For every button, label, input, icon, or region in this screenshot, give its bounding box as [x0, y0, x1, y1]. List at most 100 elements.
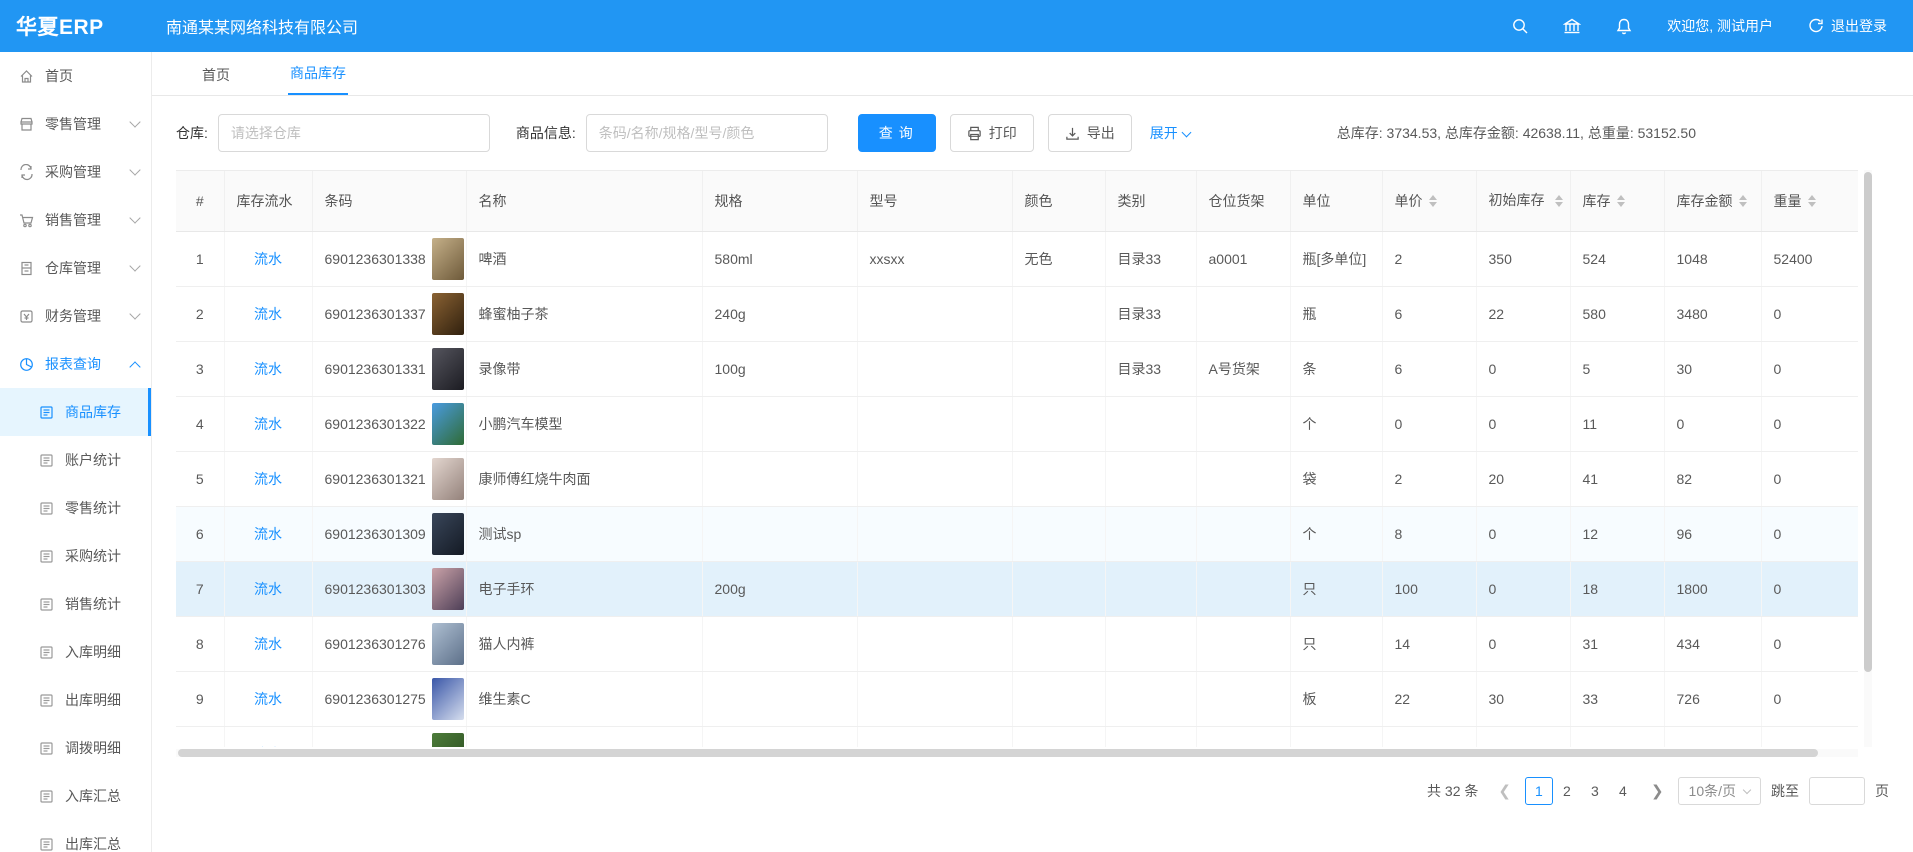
- weight: 0: [1761, 561, 1858, 616]
- export-button[interactable]: 导出: [1048, 114, 1132, 152]
- download-icon: [1065, 126, 1080, 141]
- column-header[interactable]: 初始库存: [1476, 171, 1570, 231]
- weight: 0: [1761, 671, 1858, 726]
- flow-link[interactable]: 流水: [254, 581, 282, 597]
- sidebar-subitem[interactable]: 采购统计: [0, 532, 151, 580]
- stock: 31: [1570, 616, 1664, 671]
- product-thumbnail[interactable]: [432, 293, 464, 335]
- flow-link[interactable]: 流水: [254, 416, 282, 432]
- column-header[interactable]: 单价: [1382, 171, 1476, 231]
- table-row: 8流水6901236301276猫人内裤只140314340: [176, 616, 1858, 671]
- flow-link[interactable]: 流水: [254, 746, 282, 748]
- product-info-input[interactable]: [586, 114, 828, 152]
- product-info-label: 商品信息:: [516, 123, 576, 143]
- shelf: [1196, 506, 1290, 561]
- sidebar-item-warehouse[interactable]: 仓库管理: [0, 244, 151, 292]
- warehouse-label: 仓库:: [176, 123, 208, 143]
- weight: 0: [1761, 286, 1858, 341]
- spec: [702, 506, 857, 561]
- flow-link[interactable]: 流水: [254, 251, 282, 267]
- sort-caret-icon[interactable]: [1808, 195, 1816, 207]
- initial-stock: 350: [1476, 231, 1570, 286]
- initial-stock: 0: [1476, 341, 1570, 396]
- flow-link[interactable]: 流水: [254, 526, 282, 542]
- page-size-select[interactable]: 10条/页: [1678, 777, 1761, 805]
- flow-link[interactable]: 流水: [254, 306, 282, 322]
- vertical-scrollbar[interactable]: [1864, 170, 1872, 747]
- product-thumbnail[interactable]: [432, 458, 464, 500]
- sort-caret-icon[interactable]: [1555, 195, 1563, 207]
- sidebar-item-purchase[interactable]: 采购管理: [0, 148, 151, 196]
- table-row: 1流水6901236301338啤酒580mlxxsxx无色目录33a0001瓶…: [176, 231, 1858, 286]
- bank-icon[interactable]: [1563, 17, 1581, 35]
- row-index: 7: [176, 561, 224, 616]
- sidebar-item-finance[interactable]: 财务管理: [0, 292, 151, 340]
- spec: 100g: [702, 341, 857, 396]
- sidebar-subitem[interactable]: 入库明细: [0, 628, 151, 676]
- product-thumbnail[interactable]: [432, 678, 464, 720]
- sidebar-item-home[interactable]: 首页: [0, 52, 151, 100]
- next-page-button[interactable]: ❯: [1647, 782, 1668, 800]
- expand-link[interactable]: 展开: [1150, 123, 1190, 143]
- product-thumbnail[interactable]: [432, 623, 464, 665]
- logout-button[interactable]: 退出登录: [1807, 16, 1887, 36]
- search-button[interactable]: 查询: [858, 114, 936, 152]
- page-number-2[interactable]: 2: [1553, 777, 1581, 805]
- flow-link[interactable]: 流水: [254, 361, 282, 377]
- finance-icon: [18, 308, 35, 325]
- search-icon[interactable]: [1511, 17, 1529, 35]
- sidebar-subitem[interactable]: 商品库存: [0, 388, 151, 436]
- sidebar-item-report[interactable]: 报表查询: [0, 340, 151, 388]
- print-button[interactable]: 打印: [950, 114, 1034, 152]
- product-thumbnail[interactable]: [432, 513, 464, 555]
- sort-caret-icon[interactable]: [1739, 195, 1747, 207]
- unit: 只: [1290, 616, 1382, 671]
- filter-toolbar: 仓库: 商品信息: 查询 打印 导出 展开 总库存: 3734.53, 总库存金…: [176, 114, 1889, 152]
- category: [1105, 726, 1196, 747]
- sidebar-item-retail[interactable]: 零售管理: [0, 100, 151, 148]
- flow-link[interactable]: 流水: [254, 471, 282, 487]
- column-header[interactable]: 重量: [1761, 171, 1858, 231]
- jump-page-input[interactable]: [1809, 777, 1865, 805]
- initial-stock: 22: [1476, 286, 1570, 341]
- sort-caret-icon[interactable]: [1617, 195, 1625, 207]
- chevron-down-icon: [129, 212, 140, 223]
- page-number-1[interactable]: 1: [1525, 777, 1553, 805]
- tab-product-stock[interactable]: 商品库存: [288, 53, 348, 95]
- sidebar-item-sales[interactable]: 销售管理: [0, 196, 151, 244]
- product-thumbnail[interactable]: [432, 238, 464, 280]
- table-row: 2流水6901236301337蜂蜜柚子茶240g目录33瓶6225803480…: [176, 286, 1858, 341]
- sidebar-subitem[interactable]: 调拨明细: [0, 724, 151, 772]
- flow-link[interactable]: 流水: [254, 636, 282, 652]
- unit-price: [1382, 726, 1476, 747]
- sidebar-subitem[interactable]: 零售统计: [0, 484, 151, 532]
- table-row: 6流水6901236301309测试sp个8012960: [176, 506, 1858, 561]
- column-header[interactable]: 库存金额: [1664, 171, 1761, 231]
- sidebar-subitem[interactable]: 出库明细: [0, 676, 151, 724]
- product-thumbnail[interactable]: [432, 348, 464, 390]
- sort-caret-icon[interactable]: [1429, 195, 1437, 207]
- product-thumbnail[interactable]: [432, 568, 464, 610]
- product-name: [466, 726, 702, 747]
- page-number-3[interactable]: 3: [1581, 777, 1609, 805]
- column-header[interactable]: 库存: [1570, 171, 1664, 231]
- welcome-text: 欢迎您, 测试用户: [1667, 16, 1773, 36]
- sidebar-subitem[interactable]: 销售统计: [0, 580, 151, 628]
- sidebar-subitem[interactable]: 出库汇总: [0, 820, 151, 852]
- stock: 524: [1570, 231, 1664, 286]
- page-number-4[interactable]: 4: [1609, 777, 1637, 805]
- tab-home[interactable]: 首页: [200, 55, 232, 95]
- horizontal-scrollbar[interactable]: [176, 749, 1858, 757]
- barcode: 6901236301331: [325, 361, 426, 377]
- product-thumbnail[interactable]: [432, 733, 464, 748]
- document-icon: [38, 692, 55, 709]
- unit-price: 22: [1382, 671, 1476, 726]
- prev-page-button[interactable]: ❮: [1494, 782, 1515, 800]
- flow-link[interactable]: 流水: [254, 691, 282, 707]
- bell-icon[interactable]: [1615, 17, 1633, 35]
- company-name: 南通某某网络科技有限公司: [152, 14, 358, 38]
- sidebar-subitem[interactable]: 入库汇总: [0, 772, 151, 820]
- product-thumbnail[interactable]: [432, 403, 464, 445]
- sidebar-subitem[interactable]: 账户统计: [0, 436, 151, 484]
- warehouse-select-input[interactable]: [218, 114, 490, 152]
